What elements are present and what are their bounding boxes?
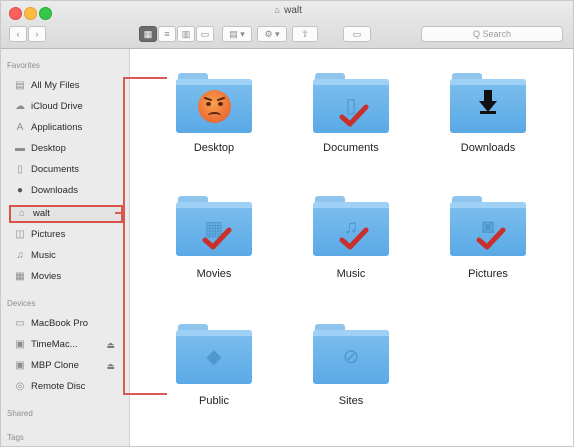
sidebar-item-remote-disc[interactable]: ◎ Remote Disc — [13, 378, 123, 396]
folder-desktop[interactable] — [176, 73, 252, 133]
folder-label: Desktop — [193, 142, 235, 154]
down-arrow-icon — [479, 90, 497, 114]
sidebar-item-downloads[interactable]: ● Downloads — [13, 182, 123, 200]
column-view-button[interactable]: ▥ — [177, 26, 195, 42]
toolbar: ⌂ walt ‹ › ▦ ≡ ▥ ▭ ▤ ▾ ⚙ ▾ ⇧ ▭ Q Search — [1, 1, 573, 49]
sidebar-item-all-my-files[interactable]: ▤ All My Files — [13, 77, 123, 95]
pictures-icon: ◫ — [15, 229, 25, 240]
sidebar-item-mbp-clone[interactable]: ▣ MBP Clone ⏏ — [13, 357, 123, 375]
share-button[interactable]: ⇧ — [292, 26, 318, 42]
folder-movies[interactable]: ▦ — [176, 196, 252, 256]
forward-button[interactable]: › — [28, 26, 46, 42]
home-icon: ⌂ — [18, 208, 26, 219]
action-button[interactable]: ⚙ ▾ — [257, 26, 287, 42]
columns-icon: ▥ — [181, 29, 191, 39]
angry-emoji-icon — [198, 90, 231, 123]
sidebar-item-desktop[interactable]: ▬ Desktop — [13, 140, 123, 158]
search-input[interactable]: Q Search — [421, 26, 563, 42]
sidebar-item-walt[interactable]: ⌂ walt — [9, 205, 123, 223]
folder-public[interactable]: ◆ — [176, 324, 252, 384]
folder-label: Downloads — [460, 142, 516, 154]
sidebar-item-macbook-pro[interactable]: ▭ MacBook Pro — [13, 315, 123, 333]
folder-label: Music — [336, 268, 366, 280]
public-emblem-icon: ◆ — [206, 346, 222, 368]
folder-label: Public — [199, 395, 229, 407]
cloud-icon: ☁ — [15, 101, 25, 112]
list-icon: ≡ — [164, 29, 170, 39]
checkmark-icon — [476, 227, 506, 250]
list-view-button[interactable]: ≡ — [158, 26, 176, 42]
applications-icon: A — [16, 122, 24, 133]
eject-icon[interactable]: ⏏ — [106, 357, 115, 375]
checkmark-icon — [339, 104, 369, 127]
movies-icon: ▦ — [15, 271, 25, 282]
tags-button[interactable]: ▭ — [343, 26, 371, 42]
sidebar-item-applications[interactable]: A Applications — [13, 119, 123, 137]
sidebar: Favorites ▤ All My Files ☁ iCloud Drive AA… — [1, 49, 130, 446]
coverflow-icon: ▭ — [200, 29, 210, 39]
finder-window: ⌂ walt ‹ › ▦ ≡ ▥ ▭ ▤ ▾ ⚙ ▾ ⇧ ▭ Q Search F… — [0, 0, 574, 447]
desktop-icon: ▬ — [15, 143, 25, 154]
folder-music[interactable]: ♫ — [313, 196, 389, 256]
folder-label: Movies — [196, 268, 232, 280]
sidebar-section-devices: Devices — [7, 299, 36, 308]
folder-sites[interactable]: ⊘ — [313, 324, 389, 384]
disc-icon: ◎ — [15, 381, 25, 392]
annotation-bracket — [115, 77, 167, 395]
icon-view-button[interactable]: ▦ — [139, 26, 157, 42]
sidebar-item-icloud-drive[interactable]: ☁ iCloud Drive — [13, 98, 123, 116]
checkmark-icon — [339, 227, 369, 250]
grid-icon: ▦ — [143, 29, 153, 39]
sidebar-item-timemachine[interactable]: ▣ TimeMac... ⏏ — [13, 336, 123, 354]
documents-icon: ▯ — [17, 164, 23, 175]
disk-icon: ▣ — [15, 360, 25, 371]
window-title: ⌂ walt — [1, 5, 573, 16]
sidebar-item-music[interactable]: ♫ Music — [13, 247, 123, 265]
folder-label: Sites — [338, 395, 364, 407]
sidebar-item-movies[interactable]: ▦ Movies — [13, 268, 123, 286]
back-button[interactable]: ‹ — [9, 26, 27, 42]
laptop-icon: ▭ — [15, 318, 25, 329]
sidebar-section-shared: Shared — [7, 409, 33, 418]
folder-pictures[interactable]: ◙ — [450, 196, 526, 256]
folder-label: Documents — [323, 142, 379, 154]
sidebar-item-documents[interactable]: ▯ Documents — [13, 161, 123, 179]
sidebar-item-pictures[interactable]: ◫ Pictures — [13, 226, 123, 244]
sidebar-section-tags: Tags — [7, 433, 24, 442]
eject-icon[interactable]: ⏏ — [106, 336, 115, 354]
home-icon: ⌂ — [274, 5, 280, 15]
arrange-button[interactable]: ▤ ▾ — [222, 26, 252, 42]
folder-grid: Desktop ▯ Documents Downloads ▦ Movies ♫… — [130, 49, 573, 446]
folder-documents[interactable]: ▯ — [313, 73, 389, 133]
music-icon: ♫ — [16, 250, 24, 261]
downloads-icon: ● — [16, 185, 24, 196]
disk-icon: ▣ — [15, 339, 25, 350]
all-files-icon: ▤ — [15, 80, 25, 91]
folder-downloads[interactable] — [450, 73, 526, 133]
coverflow-view-button[interactable]: ▭ — [196, 26, 214, 42]
checkmark-icon — [202, 227, 232, 250]
folder-label: Pictures — [468, 268, 508, 280]
compass-emblem-icon: ⊘ — [342, 346, 360, 368]
sidebar-section-favorites: Favorites — [7, 61, 40, 70]
